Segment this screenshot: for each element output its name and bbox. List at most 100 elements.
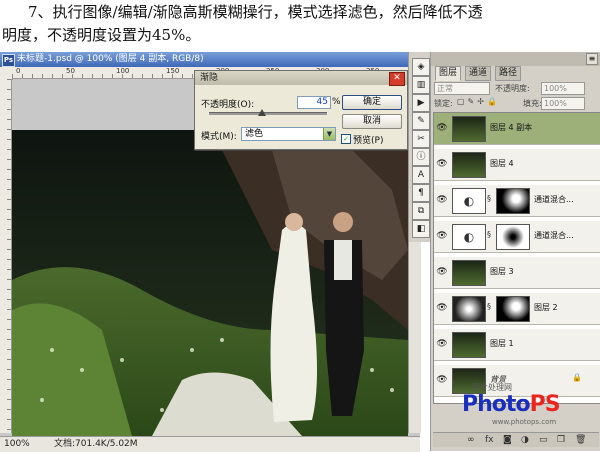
layer-thumbnail [452,260,486,286]
panel-menu-icon[interactable]: ≡ [586,53,598,65]
layer-name: 图层 3 [490,267,514,276]
instruction-line-2: 明度，不透明度设置为45%。 [2,26,201,44]
folder-icon[interactable]: ▭ [539,433,548,447]
fill-label: 填充: [523,99,542,108]
link-icon[interactable]: § [487,194,491,203]
document-title-bar[interactable]: Ps 未标题-1.psd @ 100% (图层 4 副本, RGB/8) [0,52,420,67]
eye-icon[interactable]: 👁 [436,194,448,206]
logo-letter: o [515,392,530,417]
navigator-icon[interactable]: ◈ [412,58,430,76]
play-icon[interactable]: ▶ [412,94,430,112]
layer-row[interactable]: 👁 图层 3 [434,257,600,289]
layer-thumbnail [452,332,486,358]
link-icon[interactable]: § [487,302,491,311]
mask-icon[interactable]: ◙ [503,433,512,447]
new-layer-icon[interactable]: ❐ [557,433,565,447]
chevron-down-icon: ▼ [323,128,335,140]
layers-icon[interactable]: ◧ [412,220,430,238]
link-icon[interactable]: ∞ [467,433,475,447]
image-canvas[interactable] [12,130,408,436]
close-icon[interactable]: ✕ [389,72,405,86]
ruler-number: 50 [66,67,75,75]
blend-mode-select[interactable]: 正常 [434,82,490,95]
layer-name: 通道混合... [534,195,574,204]
mode-select[interactable]: 滤色 ▼ [241,127,336,141]
instruction-line-1: 7、执行图像/编辑/渐隐高斯模糊操行，模式选择滤色，然后降低不透 [28,3,483,21]
info-icon[interactable]: ⓘ [412,148,430,166]
preview-label: 预览(P) [353,136,384,146]
layer-row[interactable]: 👁 图层 4 副本 [434,113,600,145]
cancel-button[interactable]: 取消 [342,114,402,129]
photoshop-icon: Ps [2,54,15,67]
tools-icon[interactable]: ✂ [412,130,430,148]
trash-icon[interactable]: 🗑 [575,433,586,447]
fade-dialog: 渐隐 ✕ 不透明度(O): 45 % 模式(M): 滤色 ▼ 确定 取消 ✓ 预… [194,70,408,150]
character-icon[interactable]: A [412,166,430,184]
document-title: 未标题-1.psd @ 100% (图层 4 副本, RGB/8) [17,54,204,64]
tab-paths[interactable]: 路径 [495,66,522,81]
layer-opacity-input[interactable]: 100% [541,82,585,95]
fill-input[interactable]: 100% [541,97,585,110]
lock-icons[interactable]: ▢✎✢🔒 [457,97,500,106]
ruler-number: 150 [166,67,180,75]
eye-icon[interactable]: 👁 [436,302,448,314]
tab-channels[interactable]: 通道 [465,66,492,81]
brush-icon[interactable]: ✎ [412,112,430,130]
layer-row[interactable]: 👁 ◐ § 通道混合... [434,221,600,253]
layer-row[interactable]: 👁 图层 1 [434,329,600,361]
panel-tabs: 图层 通道 路径 [431,66,600,81]
blend-mode-value: 正常 [437,84,453,93]
layer-name: 图层 2 [534,303,558,312]
layer-thumbnail: ◐ [452,224,486,250]
link-icon[interactable]: § [487,230,491,239]
ruler-number: 0 [16,67,21,75]
eye-icon[interactable]: 👁 [436,374,448,386]
layer-thumbnail [452,152,486,178]
layer-name: 图层 1 [490,339,514,348]
photops-logo: PhotoPS [462,392,561,417]
logo-letter: P [462,392,478,417]
fade-dialog-title: 渐隐 [200,73,219,83]
layer-mask-thumbnail[interactable] [496,188,530,214]
layer-row[interactable]: 👁 § 图层 2 [434,293,600,325]
status-zoom[interactable]: 100% [4,437,30,452]
eye-icon[interactable]: 👁 [436,338,448,350]
panel-header[interactable]: ≡ [431,52,600,66]
layers-list: 👁 图层 4 副本 👁 图层 4 👁 ◐ § 通道混合... 👁 ◐ § 通道混合... 👁 图层 3 👁 §… [433,112,600,404]
layer-row[interactable]: 👁 图层 4 [434,149,600,181]
layer-thumbnail [452,296,486,322]
opacity-slider-track[interactable] [209,112,327,115]
vertical-ruler[interactable] [0,79,12,433]
eye-icon[interactable]: 👁 [436,266,448,278]
fx-icon[interactable]: fx [485,433,494,447]
tab-layers[interactable]: 图层 [435,66,462,81]
opacity-input[interactable]: 45 [297,96,331,109]
eye-icon[interactable]: 👁 [436,158,448,170]
opacity-slider-thumb[interactable] [258,109,267,116]
layer-mask-thumbnail[interactable] [496,224,530,250]
ok-button[interactable]: 确定 [342,95,402,110]
logo-letter: P [529,392,546,417]
wedding-photo [12,130,408,436]
layer-name: 图层 4 副本 [490,123,533,132]
status-doc-size[interactable]: 文档:701.4K/5.02M [54,437,138,452]
layer-thumbnail: ◐ [452,188,486,214]
eye-icon[interactable]: 👁 [436,230,448,242]
percent-sign: % [332,97,341,107]
mode-select-value: 滤色 [245,129,264,139]
layer-thumbnail [452,116,486,142]
layer-row[interactable]: 👁 ◐ § 通道混合... [434,185,600,217]
fade-dialog-title-bar[interactable]: 渐隐 ✕ [195,71,407,86]
eye-icon[interactable]: 👁 [436,122,448,134]
opacity-label: 不透明度(O): [201,100,255,110]
layer-mask-thumbnail[interactable] [496,296,530,322]
layers-panel-footer: ∞ fx ◙ ◑ ▭ ❐ 🗑 [433,432,599,447]
layer-name: 通道混合... [534,231,574,240]
paragraph-icon[interactable]: ¶ [412,184,430,202]
preview-checkbox[interactable]: ✓ [341,134,351,144]
clone-icon[interactable]: ⧉ [412,202,430,220]
logo-letter: S [544,392,561,417]
histogram-icon[interactable]: ▥ [412,76,430,94]
status-bar: 100% 文档:701.4K/5.02M [0,436,420,452]
adjustment-icon[interactable]: ◑ [521,433,529,447]
